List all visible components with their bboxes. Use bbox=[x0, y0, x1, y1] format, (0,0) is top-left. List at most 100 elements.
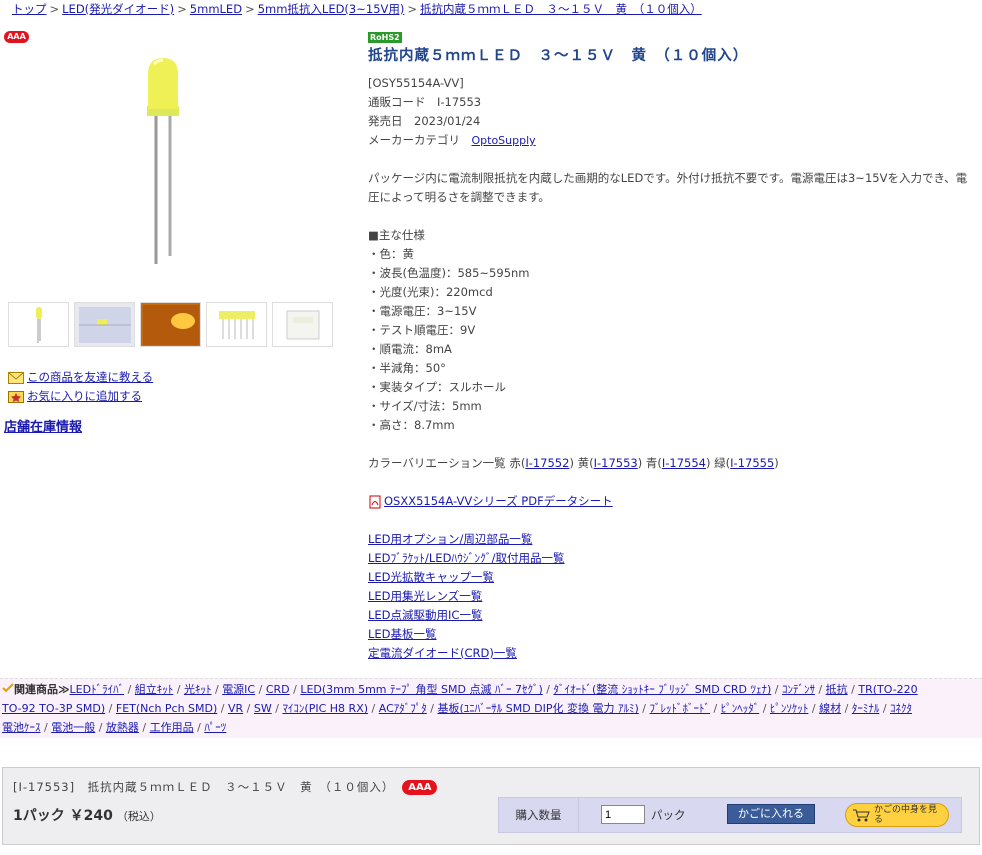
related-link[interactable]: ACｱﾀﾞﾌﾟﾀ bbox=[379, 702, 427, 715]
related-sep: / bbox=[211, 683, 223, 696]
buy-box: [I-17553] 抵抗内蔵５ｍｍＬＥＤ ３～１５Ｖ 黄 （１０個入） AAA 1… bbox=[2, 767, 980, 845]
price: 1パック ￥240 bbox=[13, 808, 113, 824]
thumbnail-4[interactable] bbox=[206, 302, 267, 347]
check-icon bbox=[2, 683, 14, 693]
related-products: 関連商品≫LEDﾄﾞﾗｲﾊﾞ / 組立ｷｯﾄ / 光ｷｯﾄ / 電源IC / C… bbox=[0, 678, 982, 738]
related-link[interactable]: 電池一般 bbox=[51, 721, 95, 734]
related-sep: / bbox=[289, 683, 301, 696]
quantity-input[interactable] bbox=[601, 805, 645, 824]
thumbnail-5[interactable] bbox=[272, 302, 333, 347]
add-to-cart-button[interactable]: かごに入れる bbox=[727, 804, 815, 824]
related-link[interactable]: 電源IC bbox=[222, 683, 255, 696]
pdf-datasheet-link[interactable]: OSXX5154A-VVシリーズ PDFデータシート bbox=[384, 492, 613, 511]
breadcrumb-led[interactable]: LED(発光ダイオード) bbox=[62, 2, 174, 16]
related-sep: / bbox=[124, 683, 135, 696]
list-link[interactable]: LED基板一覧 bbox=[368, 627, 437, 641]
related-sep: / bbox=[271, 702, 283, 715]
related-link[interactable]: 光ｷｯﾄ bbox=[184, 683, 212, 696]
variation-yellow-link[interactable]: I-17553 bbox=[594, 456, 638, 470]
related-link[interactable]: TR(TO-220 bbox=[858, 683, 917, 696]
list-link[interactable]: LED点滅駆動用IC一覧 bbox=[368, 608, 482, 622]
related-link[interactable]: ﾊﾟｰﾂ bbox=[204, 721, 226, 734]
add-favorite-link[interactable]: お気に入りに追加する bbox=[27, 387, 142, 406]
related-link[interactable]: ﾀﾞｲｵｰﾄﾞ(整流 ｼｮｯﾄｷｰ ﾌﾞﾘｯｼﾞ SMD CRD ﾂｪﾅ) bbox=[553, 683, 771, 696]
spec-item: ・テスト順電圧：9V bbox=[368, 323, 476, 337]
related-link[interactable]: ﾀｰﾐﾅﾙ bbox=[852, 702, 880, 715]
spec-item: ・サイズ/寸法：5mm bbox=[368, 399, 482, 413]
related-sep: / bbox=[841, 702, 852, 715]
thumbnail-3[interactable] bbox=[140, 302, 201, 347]
related-sep: / bbox=[814, 683, 826, 696]
related-link[interactable]: ｺﾝﾃﾞﾝｻ bbox=[782, 683, 815, 696]
product-model: [OSY55154A-VV] bbox=[368, 76, 464, 90]
thumbnail-2[interactable] bbox=[74, 302, 135, 347]
thumbnail-1[interactable] bbox=[8, 302, 69, 347]
list-link[interactable]: 定電流ダイオード(CRD)一覧 bbox=[368, 646, 517, 660]
variation-color: 黄 bbox=[577, 456, 590, 470]
tell-friend-link[interactable]: この商品を友達に教える bbox=[27, 368, 153, 387]
maker-label: メーカーカテゴリ bbox=[368, 133, 460, 147]
breadcrumb-resistor-led[interactable]: 5mm抵抗入LED(3~15V用) bbox=[258, 2, 405, 16]
product-description: パッケージ内に電流制限抵抗を内蔵した画期的なLEDです。外付け抵抗不要です。電源… bbox=[368, 171, 968, 204]
rank-badge: AAA bbox=[4, 31, 29, 43]
related-link[interactable]: ﾋﾟﾝﾍｯﾀﾞ bbox=[721, 702, 760, 715]
related-link[interactable]: ｺﾈｸﾀ bbox=[890, 702, 912, 715]
spec-item: ・半減角：50° bbox=[368, 361, 446, 375]
related-sep: / bbox=[255, 683, 266, 696]
related-link[interactable]: 工作用品 bbox=[150, 721, 194, 734]
breadcrumb: トップ > LED(発光ダイオード) >5mmLED >5mm抵抗入LED(3~15V用… bbox=[12, 1, 702, 17]
spec-list: ■主な仕様 ・色：黄 ・波長(色温度)：585~595nm ・光度(光束)：22… bbox=[368, 226, 968, 435]
related-sep: / bbox=[426, 702, 438, 715]
list-link[interactable]: LED用オプション/周辺部品一覧 bbox=[368, 532, 532, 546]
related-lists: LED用オプション/周辺部品一覧 LEDﾌﾞﾗｹｯﾄ/LEDﾊｳｼﾞﾝｸﾞ/取付… bbox=[368, 530, 968, 663]
related-link[interactable]: ﾌﾞﾚｯﾄﾞﾎﾞｰﾄﾞ bbox=[650, 702, 711, 715]
list-link[interactable]: LED光拡散キャップ一覧 bbox=[368, 570, 494, 584]
product-title: 抵抗内蔵５ｍｍＬＥＤ ３～１５Ｖ 黄 （１０個入） bbox=[368, 48, 749, 64]
related-link[interactable]: CRD bbox=[266, 683, 290, 696]
spec-item: ・色：黄 bbox=[368, 247, 414, 261]
related-link[interactable]: VR bbox=[228, 702, 243, 715]
breadcrumb-current[interactable]: 抵抗内蔵５ｍｍＬＥＤ ３～１５Ｖ 黄 （１０個入） bbox=[420, 2, 702, 16]
related-link[interactable]: TO-92 TO-3P SMD) bbox=[2, 702, 105, 715]
related-link[interactable]: FET(Nch Pch SMD) bbox=[116, 702, 217, 715]
related-sep: / bbox=[808, 702, 820, 715]
maker-row: メーカーカテゴリ OptoSupply bbox=[368, 131, 968, 150]
buy-product-name: [I-17553] 抵抗内蔵５ｍｍＬＥＤ ３～１５Ｖ 黄 （１０個入） bbox=[13, 780, 395, 794]
variation-blue-link[interactable]: I-17554 bbox=[662, 456, 706, 470]
view-cart-button[interactable]: かごの中身を見る bbox=[845, 803, 949, 827]
related-link[interactable]: 線材 bbox=[819, 702, 841, 715]
store-stock-link[interactable]: 店舗在庫情報 bbox=[4, 416, 82, 435]
breadcrumb-5mmled[interactable]: 5mmLED bbox=[190, 2, 242, 16]
variation-red-link[interactable]: I-17552 bbox=[525, 456, 569, 470]
related-link[interactable]: 組立ｷｯﾄ bbox=[135, 683, 174, 696]
pdf-row: OSXX5154A-VVシリーズ PDFデータシート bbox=[368, 492, 968, 511]
related-sep: / bbox=[368, 702, 379, 715]
favorite-icon bbox=[8, 390, 24, 403]
related-link[interactable]: 放熱器 bbox=[106, 721, 139, 734]
related-link[interactable]: 電池ｹｰｽ bbox=[2, 721, 41, 734]
list-link[interactable]: LED用集光レンズ一覧 bbox=[368, 589, 482, 603]
related-link[interactable]: 基板(ﾕﾆﾊﾞｰｻﾙ SMD DIP化 変換 電力 ｱﾙﾐ) bbox=[437, 702, 638, 715]
left-links: この商品を友達に教える お気に入りに追加する bbox=[8, 368, 153, 406]
cart-icon bbox=[853, 809, 870, 822]
spec-item: ・電源電圧：3~15V bbox=[368, 304, 477, 318]
related-link[interactable]: SW bbox=[254, 702, 272, 715]
list-link[interactable]: LEDﾌﾞﾗｹｯﾄ/LEDﾊｳｼﾞﾝｸﾞ/取付用品一覧 bbox=[368, 551, 565, 565]
related-link[interactable]: ﾋﾟﾝｿｹｯﾄ bbox=[770, 702, 809, 715]
maker-link[interactable]: OptoSupply bbox=[472, 134, 536, 147]
variation-label: カラーバリエーション一覧 bbox=[368, 456, 506, 470]
related-sep: / bbox=[710, 702, 721, 715]
release-date-row: 発売日 2023/01/24 bbox=[368, 112, 968, 131]
related-link[interactable]: 抵抗 bbox=[826, 683, 848, 696]
color-variations: カラーバリエーション一覧 赤(I-17552) 黄(I-17553) 青(I-1… bbox=[368, 456, 779, 470]
related-sep: / bbox=[217, 702, 228, 715]
related-link[interactable]: ﾏｲｺﾝ(PIC H8 RX) bbox=[282, 702, 368, 715]
breadcrumb-top[interactable]: トップ bbox=[12, 2, 47, 16]
breadcrumb-sep: > bbox=[407, 2, 418, 16]
related-link[interactable]: LED(3mm 5mm ﾃｰﾌﾟ 角型 SMD 点滅 ﾊﾞｰ 7ｾｸﾞ) bbox=[300, 683, 542, 696]
related-sep: / bbox=[243, 702, 254, 715]
related-sep: / bbox=[847, 683, 859, 696]
variation-green-link[interactable]: I-17555 bbox=[730, 456, 774, 470]
related-link[interactable]: LEDﾄﾞﾗｲﾊﾞ bbox=[70, 683, 125, 696]
spec-item: ・光度(光束)：220mcd bbox=[368, 285, 493, 299]
